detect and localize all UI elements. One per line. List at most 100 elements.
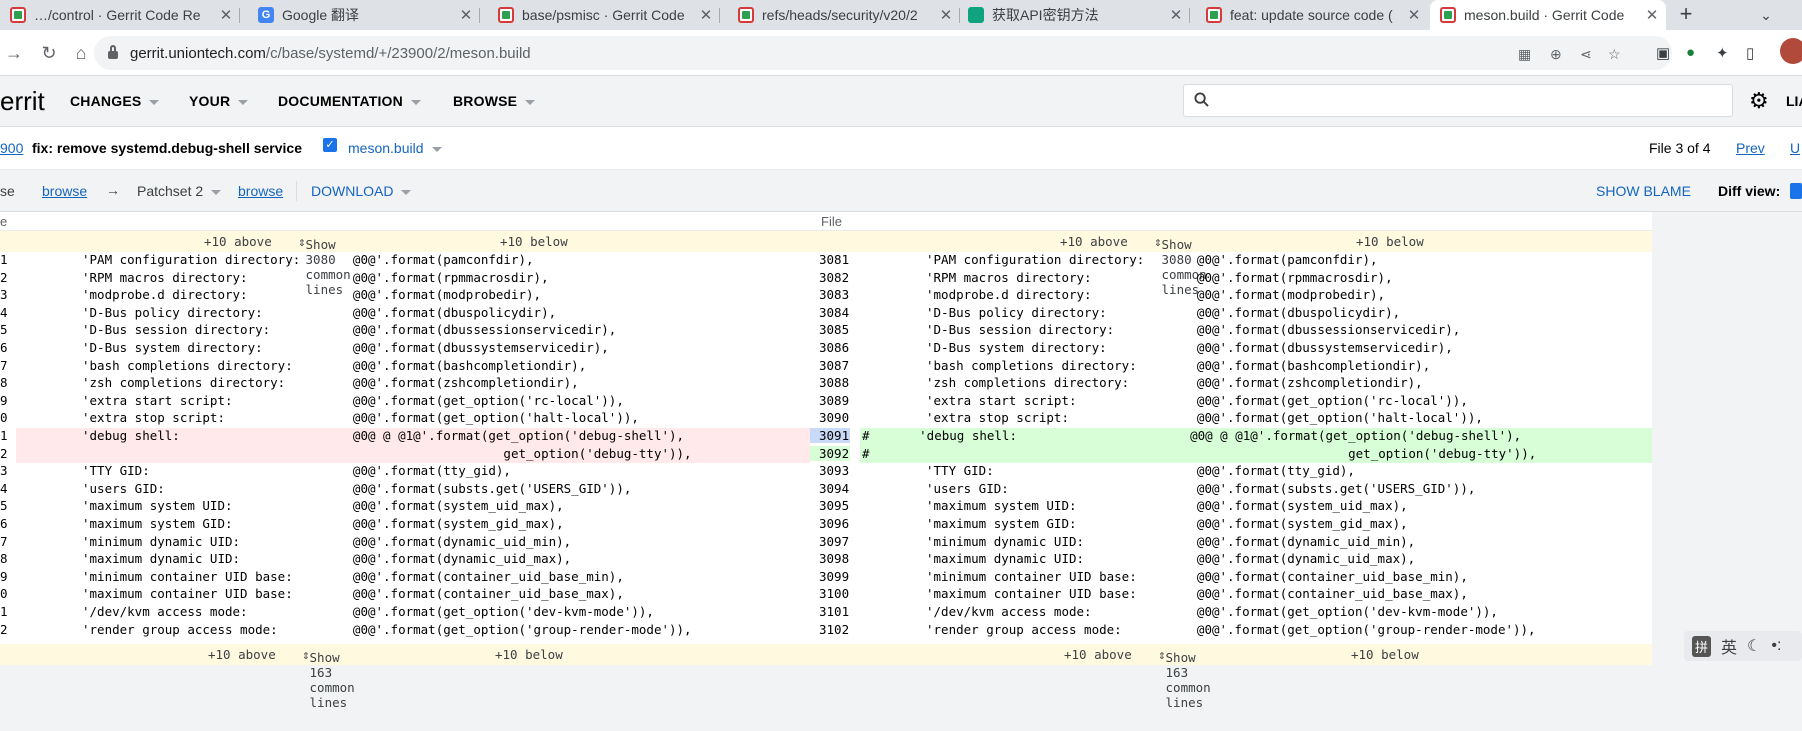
forward-icon[interactable]: →	[2, 41, 26, 65]
close-icon[interactable]: ✕	[936, 6, 956, 24]
puzzle-icon[interactable]: ✦	[1716, 44, 1729, 62]
right-line-number[interactable]: 3087	[810, 358, 850, 373]
left-line-number[interactable]: 4	[0, 305, 14, 320]
right-line-number[interactable]: 3082	[810, 270, 850, 285]
expand-above-button[interactable]: +10 above	[1064, 647, 1132, 662]
side-by-side-icon[interactable]	[1790, 183, 1802, 199]
show-common-lines-button[interactable]: ⇕ Show 3080 common lines	[1154, 234, 1207, 297]
left-line-number[interactable]: 5	[0, 322, 14, 337]
left-line-number[interactable]: 2	[0, 622, 14, 637]
right-line-number[interactable]: 3102	[810, 622, 850, 637]
extension-icon[interactable]: ▣	[1656, 44, 1670, 62]
gear-icon[interactable]: ⚙	[1749, 88, 1769, 114]
zoom-icon[interactable]: ⊕	[1550, 46, 1562, 63]
file-dropdown[interactable]: meson.build	[348, 140, 442, 156]
expand-below-button[interactable]: +10 below	[1351, 647, 1419, 662]
right-line-number[interactable]: 3088	[810, 375, 850, 390]
extension-green-icon[interactable]: ●	[1686, 44, 1695, 61]
pinyin-icon[interactable]: 拼	[1692, 635, 1712, 657]
browser-tab-active[interactable]: meson.build · Gerrit Code ✕	[1430, 0, 1666, 30]
right-line-number[interactable]: 3083	[810, 287, 850, 302]
right-line-number[interactable]: 3089	[810, 393, 850, 408]
reload-icon[interactable]: ↻	[37, 41, 61, 65]
language-toggle[interactable]: 英	[1721, 634, 1737, 658]
right-line-number[interactable]: 3099	[810, 569, 850, 584]
left-line-number[interactable]: 8	[0, 375, 14, 390]
right-line-number[interactable]: 3085	[810, 322, 850, 337]
show-common-lines-button[interactable]: ⇕ Show 163 common lines	[1158, 647, 1211, 710]
user-menu[interactable]: LIA	[1786, 93, 1802, 109]
left-line-number[interactable]: 2	[0, 270, 14, 285]
up-link[interactable]: U	[1790, 140, 1800, 156]
download-dropdown[interactable]: DOWNLOAD	[311, 183, 412, 199]
gerrit-logo[interactable]: errit	[0, 86, 45, 117]
right-line-number[interactable]: 3101	[810, 604, 850, 619]
left-line-number[interactable]: 5	[0, 498, 14, 513]
left-line-number[interactable]: 1	[0, 428, 14, 443]
search-input[interactable]	[1220, 89, 1720, 113]
sidepanel-icon[interactable]: ▯	[1746, 44, 1754, 62]
browser-tab[interactable]: …/control · Gerrit Code Re ✕	[0, 0, 240, 30]
close-icon[interactable]: ✕	[1404, 6, 1424, 24]
right-line-number[interactable]: 3093	[810, 463, 850, 478]
left-line-number[interactable]: 8	[0, 551, 14, 566]
left-line-number[interactable]: 2	[0, 446, 14, 461]
right-line-number[interactable]: 3095	[810, 498, 850, 513]
moon-icon[interactable]: ☾	[1747, 636, 1761, 656]
share-icon[interactable]: ⋖	[1580, 46, 1592, 63]
browse-patchset-link[interactable]: browse	[238, 183, 283, 199]
search-box[interactable]	[1183, 84, 1733, 117]
right-line-number[interactable]: 3092	[810, 445, 850, 461]
left-line-number[interactable]: 4	[0, 481, 14, 496]
left-line-number[interactable]: 3	[0, 463, 14, 478]
right-line-number[interactable]: 3094	[810, 481, 850, 496]
left-line-number[interactable]: 9	[0, 393, 14, 408]
left-line-number[interactable]: 3	[0, 287, 14, 302]
left-line-number[interactable]: 9	[0, 569, 14, 584]
browser-tab[interactable]: base/psmisc · Gerrit Code ✕	[488, 0, 720, 30]
expand-above-button[interactable]: +10 above	[204, 234, 272, 249]
left-line-number[interactable]: 6	[0, 516, 14, 531]
home-icon[interactable]: ⌂	[69, 41, 93, 65]
close-icon[interactable]: ✕	[456, 6, 476, 24]
show-blame-button[interactable]: SHOW BLAME	[1596, 183, 1691, 199]
right-line-number[interactable]: 3091	[810, 428, 850, 443]
expand-above-button[interactable]: +10 above	[208, 647, 276, 662]
expand-below-button[interactable]: +10 below	[1356, 234, 1424, 249]
show-common-lines-button[interactable]: ⇕ Show 163 common lines	[302, 647, 355, 710]
expand-below-button[interactable]: +10 below	[495, 647, 563, 662]
left-line-number[interactable]: 6	[0, 340, 14, 355]
profile-avatar[interactable]	[1780, 38, 1802, 64]
nav-changes[interactable]: CHANGES	[70, 93, 160, 109]
right-line-number[interactable]: 3081	[810, 252, 850, 267]
browser-tab[interactable]: refs/heads/security/v20/2 ✕	[728, 0, 960, 30]
right-line-number[interactable]: 3090	[810, 410, 850, 425]
right-line-number[interactable]: 3097	[810, 534, 850, 549]
expand-below-button[interactable]: +10 below	[500, 234, 568, 249]
chevron-down-icon[interactable]: ⌄	[1752, 0, 1780, 30]
right-line-number[interactable]: 3100	[810, 586, 850, 601]
expand-above-button[interactable]: +10 above	[1060, 234, 1128, 249]
browse-base-link[interactable]: browse	[42, 183, 87, 199]
right-line-number[interactable]: 3096	[810, 516, 850, 531]
left-line-number[interactable]: 1	[0, 252, 14, 267]
translate-icon[interactable]: ▦	[1518, 46, 1531, 63]
star-icon[interactable]: ☆	[1608, 46, 1621, 63]
nav-your[interactable]: YOUR	[189, 93, 249, 109]
close-icon[interactable]: ✕	[696, 6, 716, 24]
patchset-dropdown[interactable]: Patchset 2	[137, 183, 222, 199]
browser-tab[interactable]: feat: update source code ( ✕	[1196, 0, 1428, 30]
new-tab-icon[interactable]: +	[1672, 0, 1700, 30]
prev-file-link[interactable]: Prev	[1736, 140, 1765, 156]
close-icon[interactable]: ✕	[1166, 6, 1186, 24]
left-line-number[interactable]: 7	[0, 534, 14, 549]
base-patchset-label[interactable]: se	[0, 183, 15, 199]
right-line-number[interactable]: 3086	[810, 340, 850, 355]
browser-tab[interactable]: G Google 翻译 ✕	[248, 0, 480, 30]
left-line-number[interactable]: 7	[0, 358, 14, 373]
reviewed-checkbox[interactable]: ✓	[323, 138, 337, 152]
left-line-number[interactable]: 0	[0, 586, 14, 601]
change-number-link[interactable]: 900	[0, 140, 23, 156]
close-icon[interactable]: ✕	[1642, 6, 1662, 24]
right-line-number[interactable]: 3098	[810, 551, 850, 566]
